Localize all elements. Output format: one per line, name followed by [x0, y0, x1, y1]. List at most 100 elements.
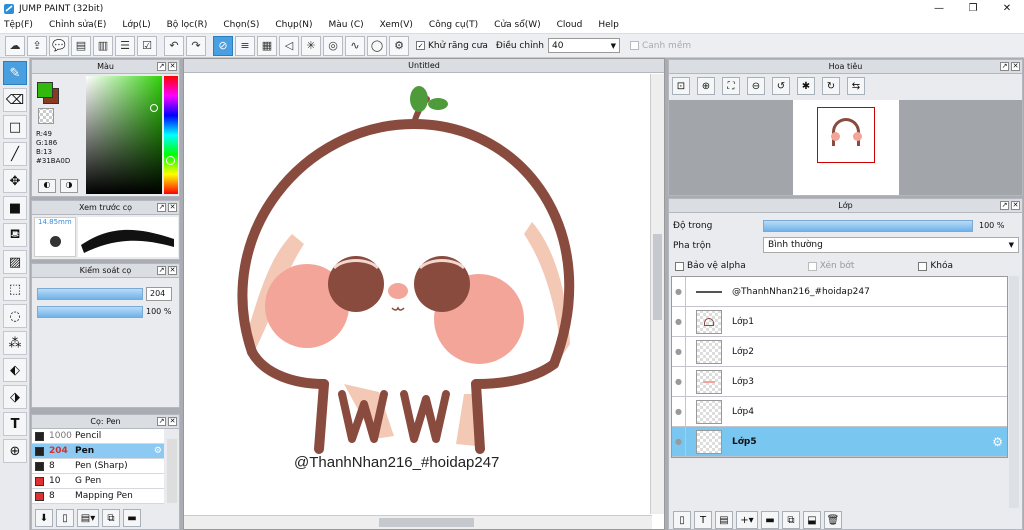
layer-settings-gear-icon[interactable]: ⚙	[992, 435, 1003, 449]
lasso-tool-icon[interactable]: ◌	[3, 304, 27, 328]
select-rect-tool-icon[interactable]: ⬚	[3, 277, 27, 301]
lock-checkbox[interactable]	[918, 261, 928, 271]
flip-icon[interactable]: ⇆	[847, 77, 865, 95]
menu-file[interactable]: Tệp(F)	[4, 20, 33, 30]
menu-help[interactable]: Help	[598, 20, 619, 30]
antialias-checkbox[interactable]: ✓	[416, 41, 425, 50]
menu-window[interactable]: Cửa sổ(W)	[494, 20, 540, 30]
vertical-scrollbar[interactable]	[650, 74, 664, 514]
move-tool-icon[interactable]: ✥	[3, 169, 27, 193]
brush-opacity-slider[interactable]	[37, 306, 143, 318]
brush-size-value[interactable]: 204	[146, 287, 172, 301]
pin-icon[interactable]: ↗	[157, 203, 166, 212]
transparent-swatch[interactable]	[38, 108, 54, 124]
perspective-icon[interactable]: ◁	[279, 35, 299, 56]
new-layer-icon[interactable]: ▯	[673, 511, 691, 529]
close-button[interactable]: ✕	[990, 0, 1024, 17]
menu-cloud[interactable]: Cloud	[557, 20, 583, 30]
brush-download-icon[interactable]: ⬇	[35, 509, 53, 527]
close-icon[interactable]: ✕	[168, 266, 177, 275]
snap-checkbox[interactable]	[629, 41, 639, 50]
layer-options-icon[interactable]: +▾	[736, 511, 758, 529]
select-pen-tool-icon[interactable]: ⬖	[3, 358, 27, 382]
fill-rect-tool-icon[interactable]: ■	[3, 196, 27, 220]
zoom-in-icon[interactable]: ⊕	[697, 77, 715, 95]
redo-icon[interactable]: ↷	[186, 35, 206, 56]
visibility-icon[interactable]: ●	[672, 306, 686, 337]
grid-icon[interactable]: ▦	[257, 35, 277, 56]
zoom-window-icon[interactable]: ⛶	[722, 77, 740, 95]
visibility-icon[interactable]: ●	[672, 336, 686, 367]
visibility-icon[interactable]: ●	[672, 366, 686, 397]
pen-tool-icon[interactable]: ✎	[3, 61, 27, 85]
copy-brush-icon[interactable]: ⧉	[102, 509, 120, 527]
menu-select[interactable]: Chọn(S)	[223, 20, 259, 30]
visibility-icon[interactable]: ●	[672, 426, 686, 457]
brush-item-mapping-pen[interactable]: 8 Mapping Pen	[32, 489, 164, 504]
navigator-thumbnail[interactable]	[793, 100, 899, 195]
document-icon[interactable]: ▥	[93, 35, 113, 56]
layer-row-5[interactable]: ● Lớp5 ⚙	[672, 426, 1007, 457]
curve-icon[interactable]: ∿	[345, 35, 365, 56]
brush-folder-icon[interactable]: ▬	[123, 509, 141, 527]
duplicate-layer-icon[interactable]: ⧉	[782, 511, 800, 529]
minimize-button[interactable]: —	[922, 0, 956, 17]
brush-list-scrollbar[interactable]	[167, 439, 177, 503]
blend-mode-select[interactable]: Bình thường ▼	[763, 237, 1019, 253]
no-tone-icon[interactable]: ⊘	[213, 35, 233, 56]
close-icon[interactable]: ✕	[168, 62, 177, 71]
layer-row-2[interactable]: ● Lớp2	[672, 336, 1007, 367]
magic-wand-tool-icon[interactable]: ⁂	[3, 331, 27, 355]
clip-checkbox[interactable]	[807, 261, 817, 271]
adjust-select[interactable]: 40 ▼	[547, 38, 620, 53]
share-icon[interactable]: ⇪	[27, 35, 47, 56]
settings-gear-icon[interactable]: ⚙	[389, 35, 409, 56]
brush-size-slider[interactable]	[37, 288, 143, 300]
brush-settings-gear-icon[interactable]: ⚙	[154, 446, 162, 456]
horizontal-scrollbar[interactable]	[184, 515, 652, 529]
checklist-icon[interactable]: ☑	[137, 35, 157, 56]
ellipse-icon[interactable]: ◯	[367, 35, 387, 56]
visibility-icon[interactable]: ●	[672, 276, 686, 307]
visibility-icon[interactable]: ●	[672, 396, 686, 427]
maximize-button[interactable]: ❐	[956, 0, 990, 17]
parallel-lines-icon[interactable]: ≡	[235, 35, 255, 56]
brush-item-pen-sharp[interactable]: 8 Pen (Sharp)	[32, 459, 164, 474]
menu-capture[interactable]: Chụp(N)	[275, 20, 312, 30]
line-tool-icon[interactable]: ╱	[3, 142, 27, 166]
comment-icon[interactable]: 💬	[49, 35, 69, 56]
palette-button[interactable]: ◑	[60, 179, 78, 193]
brush-item-g-pen[interactable]: 10 G Pen	[32, 474, 164, 489]
layer-opacity-slider[interactable]	[763, 220, 973, 232]
pin-icon[interactable]: ↗	[157, 417, 166, 426]
pin-icon[interactable]: ↗	[1000, 201, 1009, 210]
gradient-tool-icon[interactable]: ▨	[3, 250, 27, 274]
brush-options-icon[interactable]: ▤▾	[77, 509, 99, 527]
close-icon[interactable]: ✕	[168, 417, 177, 426]
reset-view-icon[interactable]: ✱	[797, 77, 815, 95]
pin-icon[interactable]: ↗	[157, 62, 166, 71]
menu-color[interactable]: Màu (C)	[329, 20, 364, 30]
notes-icon[interactable]: ▤	[71, 35, 91, 56]
layer-row-3[interactable]: ● Lớp3	[672, 366, 1007, 397]
layer-row-4[interactable]: ● Lớp4	[672, 396, 1007, 427]
layer-folder-icon[interactable]: ▬	[761, 511, 779, 529]
zoom-fit-icon[interactable]: ⊡	[672, 77, 690, 95]
layer-list-scrollbar[interactable]	[1009, 276, 1019, 508]
layer-row-1[interactable]: ● Lớp1	[672, 306, 1007, 337]
bucket-tool-icon[interactable]: ⛾	[3, 223, 27, 247]
menu-layer[interactable]: Lớp(L)	[122, 20, 150, 30]
saturation-value-picker[interactable]	[86, 76, 162, 194]
brush-item-pen[interactable]: 204 Pen ⚙	[32, 444, 164, 459]
layer-row-text[interactable]: ● @ThanhNhan216_#hoidap247	[672, 276, 1007, 307]
protect-alpha-checkbox[interactable]	[675, 261, 684, 271]
new-text-layer-icon[interactable]: T	[694, 511, 712, 529]
radial-icon[interactable]: ✳	[301, 35, 321, 56]
close-icon[interactable]: ✕	[168, 203, 177, 212]
rotate-right-icon[interactable]: ↻	[822, 77, 840, 95]
close-icon[interactable]: ✕	[1011, 62, 1020, 71]
eraser-tool-icon[interactable]: ⌫	[3, 88, 27, 112]
pin-icon[interactable]: ↗	[157, 266, 166, 275]
vertical-scroll-thumb[interactable]	[653, 234, 662, 320]
list-icon[interactable]: ☰	[115, 35, 135, 56]
